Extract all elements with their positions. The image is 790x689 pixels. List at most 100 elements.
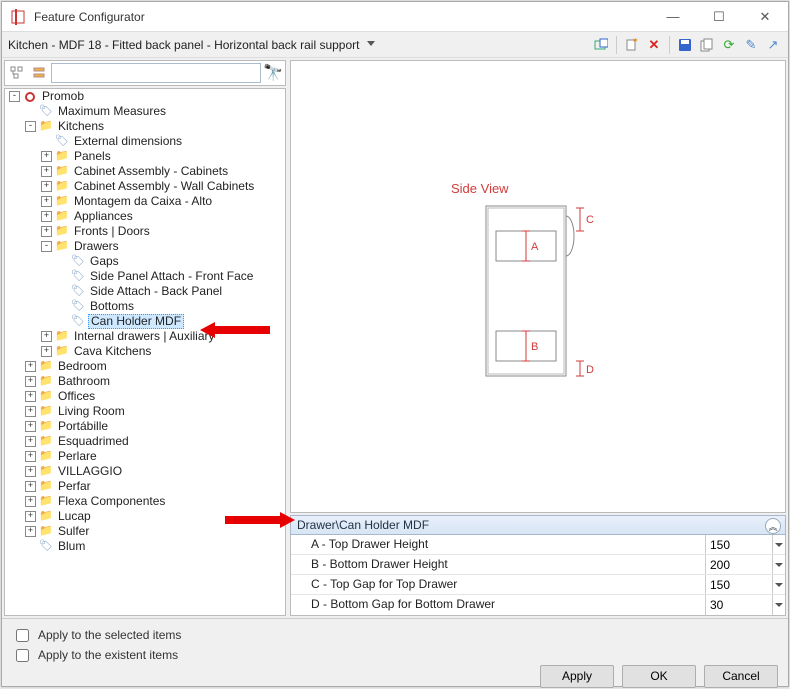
tree-item-villaggio[interactable]: VILLAGGIO	[56, 464, 124, 479]
expand-toggle[interactable]: +	[25, 376, 36, 387]
folder-icon	[39, 450, 53, 464]
breadcrumb[interactable]: Kitchen - MDF 18 - Fitted back panel - H…	[8, 38, 359, 52]
folder-icon	[39, 495, 53, 509]
minimize-button[interactable]: ―	[650, 2, 696, 32]
collapse-toggle[interactable]: -	[9, 91, 20, 102]
binoculars-icon[interactable]: 🔭	[263, 63, 283, 83]
expand-toggle[interactable]: +	[41, 211, 52, 222]
titlebar: Feature Configurator ― ☐ ✕	[2, 2, 788, 32]
expand-toggle[interactable]: +	[41, 166, 52, 177]
tree-filter-icon[interactable]	[29, 63, 49, 83]
checkbox-input[interactable]	[16, 629, 29, 642]
ok-button[interactable]: OK	[622, 665, 696, 688]
expand-toggle[interactable]: +	[25, 406, 36, 417]
tree-item-bottoms[interactable]: Bottoms	[88, 299, 136, 314]
copy-icon[interactable]	[698, 36, 716, 54]
close-button[interactable]: ✕	[742, 2, 788, 32]
tree-item-montagem[interactable]: Montagem da Caixa - Alto	[72, 194, 214, 209]
tree-item-cabinet-assembly-wall[interactable]: Cabinet Assembly - Wall Cabinets	[72, 179, 256, 194]
tree-item-external-dimensions[interactable]: External dimensions	[72, 134, 184, 149]
tree-item-bedroom[interactable]: Bedroom	[56, 359, 109, 374]
tree-item-sulfer[interactable]: Sulfer	[56, 524, 91, 539]
tree-item-perfar[interactable]: Perfar	[56, 479, 93, 494]
apply-button[interactable]: Apply	[540, 665, 614, 688]
property-value-input[interactable]	[706, 535, 772, 554]
tree-item-internal-drawers[interactable]: Internal drawers | Auxiliary	[72, 329, 217, 344]
dropdown-icon[interactable]	[772, 555, 785, 574]
expand-toggle[interactable]: +	[25, 481, 36, 492]
tree-item-esquadrimed[interactable]: Esquadrimed	[56, 434, 131, 449]
tree-item-bathroom[interactable]: Bathroom	[56, 374, 112, 389]
tree-item-cava[interactable]: Cava Kitchens	[72, 344, 153, 359]
apply-existent-checkbox[interactable]: Apply to the existent items	[12, 645, 778, 665]
tree-item-side-panel-attach[interactable]: Side Panel Attach - Front Face	[88, 269, 255, 284]
folder-icon	[39, 405, 53, 419]
expand-toggle[interactable]: +	[41, 181, 52, 192]
preview-pane: Side View A B C	[290, 60, 786, 513]
search-input[interactable]	[51, 63, 261, 83]
wand-icon[interactable]: ✎	[742, 36, 760, 54]
collapse-toggle[interactable]: -	[41, 241, 52, 252]
refresh-icon[interactable]: ⟳	[720, 36, 738, 54]
collapse-chevron-icon[interactable]: ︽	[765, 518, 781, 534]
expand-toggle[interactable]: +	[25, 361, 36, 372]
maximize-button[interactable]: ☐	[696, 2, 742, 32]
tree-item-drawers[interactable]: Drawers	[72, 239, 121, 254]
tree-hierarchy-icon[interactable]	[7, 63, 27, 83]
tree-item-portabille[interactable]: Portábille	[56, 419, 110, 434]
dropdown-icon[interactable]	[772, 595, 785, 615]
collapse-toggle[interactable]: -	[25, 121, 36, 132]
breadcrumb-dropdown-icon[interactable]	[367, 41, 375, 49]
save-icon[interactable]	[676, 36, 694, 54]
tag-icon	[71, 270, 85, 284]
dropdown-icon[interactable]	[772, 575, 785, 594]
expand-toggle[interactable]: +	[25, 391, 36, 402]
expand-toggle[interactable]: +	[25, 436, 36, 447]
properties-icon[interactable]	[592, 36, 610, 54]
tag-icon	[71, 300, 85, 314]
tree-item-panels[interactable]: Panels	[72, 149, 113, 164]
expand-toggle[interactable]: +	[41, 331, 52, 342]
tree-item-lucap[interactable]: Lucap	[56, 509, 93, 524]
tree-item-can-holder[interactable]: Can Holder MDF	[88, 314, 184, 329]
expand-toggle[interactable]: +	[25, 511, 36, 522]
expand-toggle[interactable]: +	[41, 196, 52, 207]
tree-root[interactable]: Promob	[40, 89, 86, 104]
tree-item-kitchens[interactable]: Kitchens	[56, 119, 106, 134]
expand-toggle[interactable]: +	[25, 526, 36, 537]
tree-item-living-room[interactable]: Living Room	[56, 404, 127, 419]
expand-toggle[interactable]: +	[25, 421, 36, 432]
side-view-drawing: A B C D	[476, 201, 606, 391]
tree-item-gaps[interactable]: Gaps	[88, 254, 121, 269]
property-value-input[interactable]	[706, 595, 772, 615]
folder-icon	[39, 375, 53, 389]
expand-toggle[interactable]: +	[41, 346, 52, 357]
checkbox-input[interactable]	[16, 649, 29, 662]
expand-toggle[interactable]: +	[41, 151, 52, 162]
property-value-input[interactable]	[706, 555, 772, 574]
tree-item-side-attach-back[interactable]: Side Attach - Back Panel	[88, 284, 224, 299]
tree-item-appliances[interactable]: Appliances	[72, 209, 135, 224]
tree-item-offices[interactable]: Offices	[56, 389, 97, 404]
property-value-input[interactable]	[706, 575, 772, 594]
expand-toggle[interactable]: +	[41, 226, 52, 237]
tree-item-fronts[interactable]: Fronts | Doors	[72, 224, 152, 239]
tree-item-flexa[interactable]: Flexa Componentes	[56, 494, 167, 509]
expand-toggle[interactable]: +	[25, 451, 36, 462]
link-icon[interactable]: ↗	[764, 36, 782, 54]
cancel-button[interactable]: Cancel	[704, 665, 778, 688]
tree-item-max-measures[interactable]: Maximum Measures	[56, 104, 168, 119]
new-icon[interactable]: ✶	[623, 36, 641, 54]
tree-item-perlare[interactable]: Perlare	[56, 449, 99, 464]
properties-header[interactable]: Drawer\Can Holder MDF ︽	[290, 515, 786, 535]
apply-selected-checkbox[interactable]: Apply to the selected items	[12, 625, 778, 645]
delete-icon[interactable]: ✕	[645, 36, 663, 54]
tree-item-blum[interactable]: Blum	[56, 539, 87, 554]
tree[interactable]: - Promob Maximum Measures - Kitchens Exter…	[5, 89, 285, 554]
toolbar-separator	[616, 36, 617, 54]
expand-toggle[interactable]: +	[25, 466, 36, 477]
folder-icon	[39, 465, 53, 479]
dropdown-icon[interactable]	[772, 535, 785, 554]
tree-item-cabinet-assembly[interactable]: Cabinet Assembly - Cabinets	[72, 164, 230, 179]
expand-toggle[interactable]: +	[25, 496, 36, 507]
